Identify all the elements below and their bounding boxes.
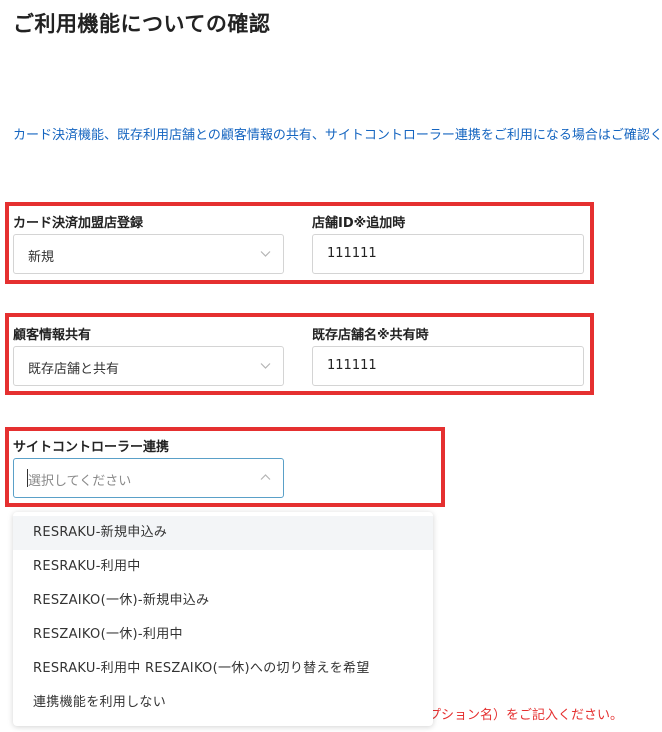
dropdown-option[interactable]: RESRAKU-利用中 RESZAIKO(一休)への切り替えを希望	[13, 652, 433, 686]
store-id-input[interactable]: 111111	[312, 234, 584, 274]
page-title: ご利用機能についての確認	[13, 12, 271, 36]
site-controller-dropdown: RESRAKU-新規申込み RESRAKU-利用中 RESZAIKO(一休)-新…	[13, 512, 433, 726]
customer-sharing-value: 既存店舗と共有	[28, 362, 120, 377]
site-controller-placeholder: 選択してください	[28, 474, 132, 489]
chevron-down-icon	[260, 363, 271, 369]
dropdown-option[interactable]: RESZAIKO(一休)-新規申込み	[13, 584, 433, 618]
dropdown-option[interactable]: RESRAKU-利用中	[13, 550, 433, 584]
site-controller-label: サイトコントローラー連携	[13, 440, 170, 455]
card-payment-select[interactable]: 新規	[13, 234, 284, 274]
dropdown-option[interactable]: 連携機能を利用しない	[13, 686, 433, 720]
existing-store-label: 既存店舗名※共有時	[312, 328, 429, 343]
existing-store-input[interactable]: 111111	[312, 346, 584, 386]
note-text: プション名）をご記入ください。	[428, 708, 624, 723]
store-id-value: 111111	[327, 246, 377, 261]
site-controller-select[interactable]: 選択してください	[13, 458, 284, 498]
card-payment-label: カード決済加盟店登録	[13, 216, 144, 231]
dropdown-option[interactable]: RESRAKU-新規申込み	[13, 516, 433, 550]
chevron-down-icon	[260, 251, 271, 257]
customer-sharing-label: 顧客情報共有	[13, 328, 92, 343]
dropdown-option[interactable]: RESZAIKO(一休)-利用中	[13, 618, 433, 652]
intro-text: カード決済機能、既存利用店舗との顧客情報の共有、サイトコントローラー連携をご利用…	[13, 128, 662, 143]
customer-sharing-select[interactable]: 既存店舗と共有	[13, 346, 284, 386]
card-payment-value: 新規	[28, 250, 55, 265]
existing-store-value: 111111	[327, 358, 377, 373]
store-id-label: 店舗ID※追加時	[312, 216, 406, 231]
chevron-up-icon	[260, 474, 271, 480]
